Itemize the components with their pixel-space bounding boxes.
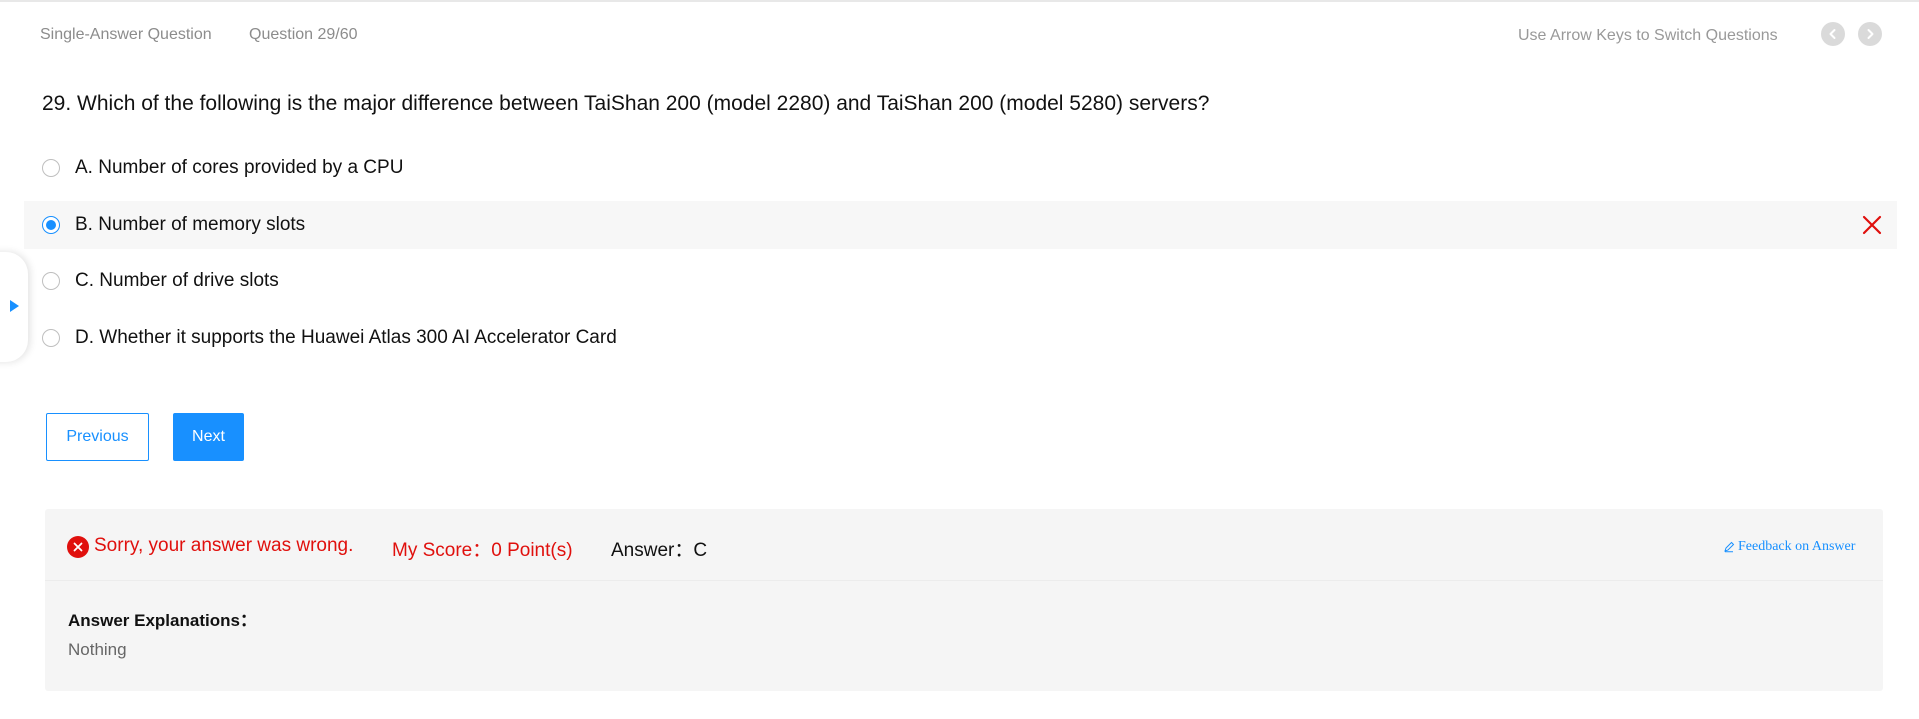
question-header: Single-Answer Question Question 29/60 Us…: [0, 0, 1919, 70]
option-b-radio[interactable]: [42, 216, 60, 234]
result-status: Sorry, your answer was wrong.: [94, 535, 354, 556]
result-summary: Sorry, your answer was wrong. My Score：0…: [45, 509, 1883, 581]
explanation-text: Nothing: [68, 640, 127, 659]
question-text: 29. Which of the following is the major …: [42, 92, 1210, 115]
option-c-radio[interactable]: [42, 272, 60, 290]
option-b[interactable]: B. Number of memory slots: [24, 201, 1897, 249]
wrong-cross-icon: [1862, 215, 1882, 235]
feedback-label: Feedback on Answer: [1738, 539, 1856, 554]
next-button[interactable]: Next: [173, 413, 244, 461]
error-circle-icon: [67, 536, 89, 558]
option-c[interactable]: C. Number of drive slots: [24, 257, 1897, 305]
option-d-radio[interactable]: [42, 329, 60, 347]
expand-arrow-icon: [10, 300, 19, 312]
question-progress: Question 29/60: [249, 26, 358, 43]
chevron-right-icon: [1867, 29, 1874, 39]
explanation-title: Answer Explanations：: [68, 611, 257, 630]
keyboard-hint: Use Arrow Keys to Switch Questions: [1518, 27, 1778, 44]
question-type: Single-Answer Question: [40, 26, 212, 43]
option-a[interactable]: A. Number of cores provided by a CPU: [24, 144, 1897, 192]
correct-answer: Answer：C: [611, 540, 708, 561]
option-c-label: C. Number of drive slots: [75, 270, 279, 291]
side-panel-toggle[interactable]: [0, 252, 28, 362]
next-question-arrow[interactable]: [1858, 22, 1882, 46]
edit-pen-icon: [1724, 541, 1735, 553]
prev-question-arrow[interactable]: [1821, 22, 1845, 46]
option-b-label: B. Number of memory slots: [75, 214, 306, 235]
option-a-label: A. Number of cores provided by a CPU: [75, 157, 404, 178]
previous-button[interactable]: Previous: [46, 413, 149, 461]
chevron-left-icon: [1829, 29, 1836, 39]
my-score: My Score：0 Point(s): [392, 540, 573, 561]
feedback-link[interactable]: Feedback on Answer: [1723, 539, 1855, 555]
option-d-label: D. Whether it supports the Huawei Atlas …: [75, 327, 617, 348]
option-a-radio[interactable]: [42, 159, 60, 177]
result-panel: Sorry, your answer was wrong. My Score：0…: [45, 509, 1883, 691]
option-d[interactable]: D. Whether it supports the Huawei Atlas …: [24, 314, 1897, 362]
